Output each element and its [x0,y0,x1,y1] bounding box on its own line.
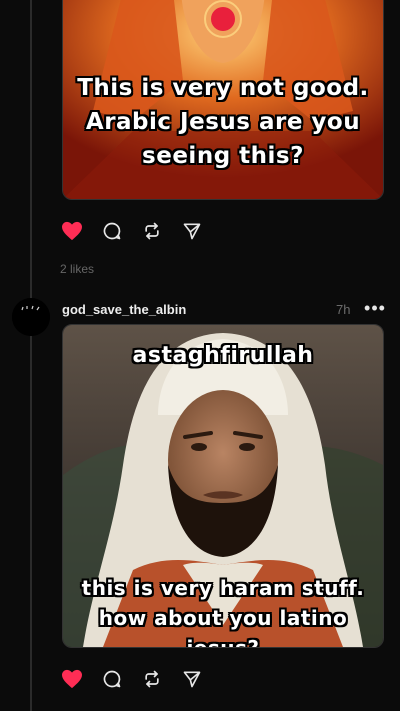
like-icon[interactable] [60,219,84,243]
like-icon[interactable] [60,667,84,691]
thread-line [30,336,32,711]
share-icon[interactable] [180,219,204,243]
avatar[interactable] [12,298,50,336]
repost-icon[interactable] [140,219,164,243]
post-actions [60,219,204,243]
comment-icon[interactable] [100,667,124,691]
share-icon[interactable] [180,667,204,691]
meme-caption: This is very not good. Arabic Jesus are … [77,75,369,169]
thread-line [30,0,32,300]
more-options-icon[interactable]: ••• [362,296,388,320]
meme-caption: this is very haram stuff. how about you … [81,576,365,648]
post-actions [60,667,204,691]
repost-icon[interactable] [140,667,164,691]
post-image[interactable]: astaghfirullah this is very haram stuff.… [62,324,384,648]
likes-count[interactable]: 2 likes [60,262,94,276]
post-image[interactable]: This is very not good. Arabic Jesus are … [62,0,384,200]
meme-caption: astaghfirullah [132,343,314,368]
post-timestamp: 7h [336,302,351,317]
post-username[interactable]: god_save_the_albin [62,302,186,317]
comment-icon[interactable] [100,219,124,243]
